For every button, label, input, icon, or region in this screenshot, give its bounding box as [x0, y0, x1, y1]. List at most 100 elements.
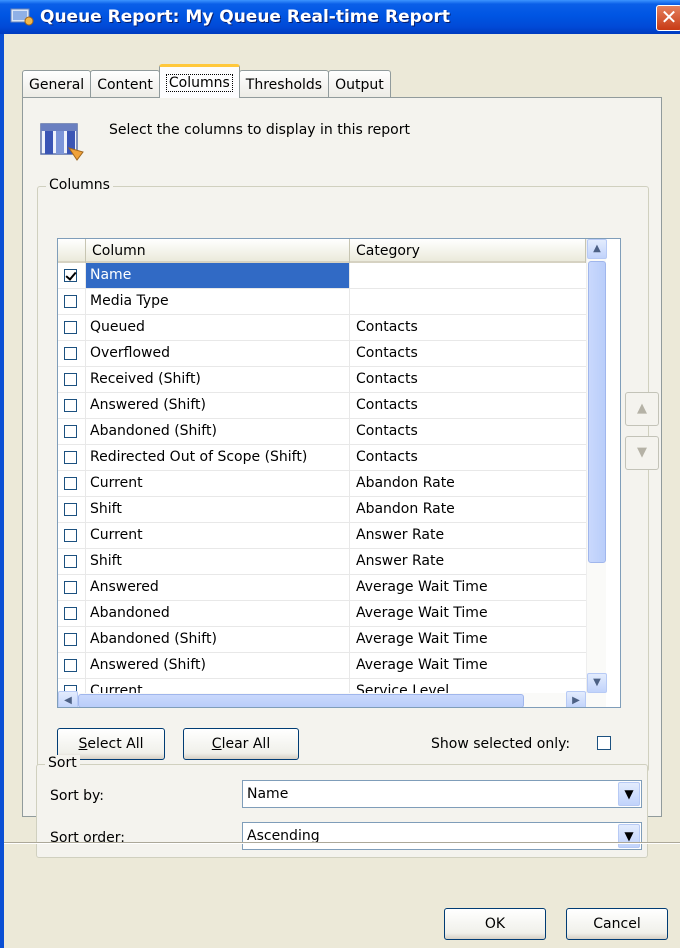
row-checkbox[interactable] [64, 269, 77, 282]
header-category[interactable]: Category [350, 239, 586, 263]
row-category: Contacts [356, 345, 418, 361]
row-column-name: Queued [86, 315, 350, 340]
header-check-col[interactable] [58, 239, 86, 263]
clear-all-button[interactable]: Clear All [183, 728, 299, 760]
tab-thresholds[interactable]: Thresholds [238, 70, 330, 98]
row-checkbox[interactable] [64, 477, 77, 490]
row-checkbox[interactable] [64, 529, 77, 542]
row-checkbox-cell [58, 497, 86, 522]
list-item[interactable]: Name [58, 263, 586, 289]
horizontal-scroll-thumb[interactable] [78, 694, 524, 707]
chevron-down-icon[interactable]: ▼ [618, 824, 640, 848]
header-column[interactable]: Column [86, 239, 350, 263]
scroll-left-icon[interactable]: ◀ [58, 691, 78, 707]
columns-group-legend: Columns [46, 177, 113, 193]
row-checkbox-cell [58, 289, 86, 314]
row-category: Contacts [356, 397, 418, 413]
columns-list[interactable]: Column Category Name Media Type Queued Cont… [57, 238, 621, 708]
row-checkbox[interactable] [64, 581, 77, 594]
move-down-button[interactable]: ▼ [625, 436, 659, 470]
list-item[interactable]: Abandoned Average Wait Time [58, 601, 586, 627]
row-column-name: Answered (Shift) [86, 653, 350, 678]
row-checkbox-cell [58, 315, 86, 340]
row-category [350, 263, 586, 288]
row-category: Average Wait Time [356, 579, 488, 595]
tab-strip: General Content Columns Thresholds Outpu… [22, 64, 391, 98]
row-column-name: Received (Shift) [86, 367, 350, 392]
ok-label: OK [484, 916, 506, 932]
horizontal-scrollbar[interactable]: ◀ ▶ [58, 691, 606, 707]
list-item[interactable]: Abandoned (Shift) Average Wait Time [58, 627, 586, 653]
row-checkbox[interactable] [64, 451, 77, 464]
row-checkbox[interactable] [64, 347, 77, 360]
row-column-name: Abandoned (Shift) [86, 627, 350, 652]
row-checkbox[interactable] [64, 321, 77, 334]
list-item[interactable]: Answered Average Wait Time [58, 575, 586, 601]
select-all-label: elect All [87, 736, 144, 752]
list-item[interactable]: Current Abandon Rate [58, 471, 586, 497]
move-down-icon: ▼ [637, 445, 647, 460]
row-checkbox-cell [58, 471, 86, 496]
list-item[interactable]: Answered (Shift) Average Wait Time [58, 653, 586, 679]
row-checkbox[interactable] [64, 425, 77, 438]
list-item[interactable]: Received (Shift) Contacts [58, 367, 586, 393]
scroll-right-icon[interactable]: ▶ [566, 691, 586, 707]
row-checkbox[interactable] [64, 633, 77, 646]
list-item[interactable]: Redirected Out of Scope (Shift) Contacts [58, 445, 586, 471]
ok-button[interactable]: OK [444, 908, 546, 940]
list-item[interactable]: Overflowed Contacts [58, 341, 586, 367]
row-checkbox-cell [58, 367, 86, 392]
list-item[interactable]: Shift Answer Rate [58, 549, 586, 575]
row-checkbox[interactable] [64, 555, 77, 568]
title-bar[interactable]: Queue Report: My Queue Real-time Report … [0, 0, 680, 34]
tab-label: Columns [165, 73, 233, 92]
cancel-button[interactable]: Cancel [566, 908, 668, 940]
close-button[interactable]: ✕ [656, 5, 680, 31]
list-item[interactable]: Queued Contacts [58, 315, 586, 341]
row-column-name: Current [86, 523, 350, 548]
list-item[interactable]: Current Answer Rate [58, 523, 586, 549]
scroll-up-icon[interactable]: ▲ [587, 239, 607, 259]
sort-by-dropdown[interactable]: Name ▼ [242, 780, 642, 808]
columns-table-icon [40, 123, 84, 161]
tab-columns[interactable]: Columns [158, 64, 240, 98]
tab-label: Output [335, 76, 384, 93]
sort-order-dropdown[interactable]: Ascending ▼ [242, 822, 642, 850]
row-checkbox[interactable] [64, 295, 77, 308]
row-checkbox-cell [58, 445, 86, 470]
row-column-name: Abandoned (Shift) [86, 419, 350, 444]
row-category: Average Wait Time [356, 631, 488, 647]
list-item[interactable]: Current Service Level [58, 679, 586, 693]
list-item[interactable]: Abandoned (Shift) Contacts [58, 419, 586, 445]
footer-divider [4, 842, 680, 844]
row-category: Answer Rate [356, 527, 445, 543]
row-checkbox-cell [58, 653, 86, 678]
list-item[interactable]: Shift Abandon Rate [58, 497, 586, 523]
row-checkbox-cell [58, 549, 86, 574]
row-checkbox[interactable] [64, 607, 77, 620]
tab-content[interactable]: Content [90, 70, 160, 98]
row-category: Contacts [356, 423, 418, 439]
tab-general[interactable]: General [22, 70, 92, 98]
clear-all-label: lear All [221, 736, 271, 752]
list-item[interactable]: Answered (Shift) Contacts [58, 393, 586, 419]
row-column-name: Name [86, 263, 350, 288]
window-title: Queue Report: My Queue Real-time Report [40, 7, 450, 27]
row-checkbox[interactable] [64, 399, 77, 412]
row-checkbox[interactable] [64, 659, 77, 672]
row-category: Contacts [356, 449, 418, 465]
scroll-down-icon[interactable]: ▼ [587, 673, 607, 693]
show-selected-only-checkbox[interactable] [597, 736, 611, 750]
row-checkbox[interactable] [64, 503, 77, 516]
tab-label: Content [97, 76, 153, 93]
chevron-down-icon[interactable]: ▼ [618, 782, 640, 806]
move-up-button[interactable]: ▲ [625, 392, 659, 426]
row-category: Contacts [356, 371, 418, 387]
row-checkbox[interactable] [64, 373, 77, 386]
vertical-scrollbar[interactable]: ▲ ▼ [586, 239, 607, 693]
vertical-scroll-thumb[interactable] [588, 261, 606, 563]
tab-output[interactable]: Output [328, 70, 391, 98]
columns-tab-panel: Select the columns to display in this re… [22, 97, 662, 817]
list-item[interactable]: Media Type [58, 289, 586, 315]
dialog-body: General Content Columns Thresholds Outpu… [0, 34, 680, 948]
